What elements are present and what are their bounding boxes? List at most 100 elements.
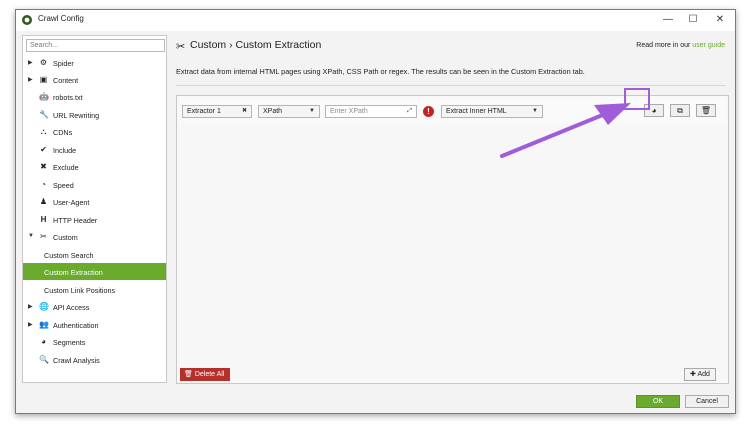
- header-icon: H: [40, 215, 47, 224]
- sidebar-item-label: Custom: [53, 233, 78, 242]
- delete-all-button[interactable]: 🗑 Delete All: [180, 368, 230, 381]
- app-logo-icon: [22, 15, 32, 25]
- ok-button[interactable]: OK: [636, 395, 680, 408]
- add-button[interactable]: ✚ Add: [684, 368, 716, 381]
- duplicate-button[interactable]: ⧉: [670, 104, 690, 117]
- expand-icon[interactable]: ⤢: [407, 106, 412, 117]
- crawl-config-window: Crawl Config — ☐ ✕ Search... ▶ ⚙ Spider …: [15, 9, 736, 414]
- chevron-down-icon: ▼: [309, 108, 315, 114]
- sidebar-item-label: Segments: [53, 338, 86, 347]
- sidebar-item-speed[interactable]: ◔ Speed: [23, 176, 166, 193]
- sidebar-item-user-agent[interactable]: ♟ User-Agent: [23, 193, 166, 210]
- sidebar-item-label: HTTP Header: [53, 216, 98, 225]
- sidebar-item-label: CDNs: [53, 128, 73, 137]
- clear-icon[interactable]: ✖: [242, 106, 247, 117]
- sidebar-item-label: Spider: [53, 59, 74, 68]
- sidebar-item-label: Custom Link Positions: [44, 286, 116, 295]
- sidebar-item-robots[interactable]: 🤖 robots.txt: [23, 88, 166, 105]
- extractor-name-input[interactable]: Extractor 1 ✖: [182, 105, 252, 118]
- robot-icon: 🤖: [39, 92, 49, 101]
- expand-arrow-icon[interactable]: ▶: [28, 321, 33, 328]
- maximize-icon[interactable]: ☐: [683, 12, 703, 28]
- sidebar-item-label: Content: [53, 76, 79, 85]
- sidebar-item-spider[interactable]: ▶ ⚙ Spider: [23, 54, 166, 71]
- sidebar-item-api-access[interactable]: ▶ 🌐 API Access: [23, 298, 166, 315]
- trash-icon: 🗑: [700, 106, 712, 115]
- wrench-icon: 🔧: [39, 110, 49, 119]
- collapse-arrow-icon[interactable]: ▼: [28, 233, 34, 239]
- add-label: Add: [697, 371, 710, 378]
- extractor-type-value: XPath: [263, 108, 283, 115]
- extractor-name-value: Extractor 1: [187, 108, 221, 115]
- sidebar-item-label: Include: [53, 146, 77, 155]
- title-bar: Crawl Config — ☐ ✕: [16, 10, 735, 31]
- sidebar-item-label: Authentication: [53, 321, 99, 330]
- sidebar-item-label: URL Rewriting: [53, 111, 100, 120]
- extract-mode-select[interactable]: Extract Inner HTML ▼: [441, 105, 543, 118]
- globe-icon: 🌐: [39, 302, 49, 311]
- sidebar-item-cdns[interactable]: ⛬ CDNs: [23, 123, 166, 140]
- window-title: Crawl Config: [38, 14, 84, 23]
- sidebar-item-custom-extraction[interactable]: Custom Extraction: [23, 263, 166, 280]
- error-icon: !: [423, 106, 434, 117]
- users-icon: 👥: [39, 320, 49, 329]
- read-more-text: Read more in our user guide: [636, 42, 725, 49]
- check-circle-icon: ✔: [40, 145, 47, 154]
- tools-icon: ✂: [40, 232, 47, 241]
- cancel-button[interactable]: Cancel: [685, 395, 729, 408]
- expand-arrow-icon[interactable]: ▶: [28, 59, 33, 66]
- globe-icon: ◕: [651, 106, 657, 115]
- sidebar-item-custom-link-positions[interactable]: Custom Link Positions: [23, 281, 166, 298]
- breadcrumb: Custom › Custom Extraction: [190, 39, 322, 51]
- gauge-icon: ◔: [41, 180, 46, 189]
- sidebar-item-label: robots.txt: [53, 93, 83, 102]
- sidebar-item-segments[interactable]: ◕ Segments: [23, 333, 166, 350]
- search-icon: 🔍: [39, 355, 49, 364]
- sidebar-item-label: Crawl Analysis: [53, 356, 100, 365]
- user-guide-link[interactable]: user guide: [692, 42, 725, 49]
- sidebar-item-url-rewriting[interactable]: 🔧 URL Rewriting: [23, 106, 166, 123]
- search-input[interactable]: Search...: [26, 39, 165, 52]
- delete-all-label: Delete All: [194, 371, 225, 378]
- sidebar: Search... ▶ ⚙ Spider ▶ ▣ Content 🤖 robot…: [22, 35, 167, 383]
- extractor-panel: Extractor 1 ✖ XPath ▼ Enter XPath ⤢ ! Ex…: [176, 95, 729, 384]
- sidebar-item-label: Speed: [53, 181, 74, 190]
- xpath-placeholder: Enter XPath: [330, 108, 368, 115]
- expand-arrow-icon[interactable]: ▶: [28, 76, 33, 83]
- extractor-type-select[interactable]: XPath ▼: [258, 105, 320, 118]
- trash-icon: 🗑: [184, 371, 193, 378]
- x-circle-icon: ✖: [40, 162, 47, 171]
- sidebar-item-label: Custom Search: [44, 251, 94, 260]
- sidebar-item-http-header[interactable]: H HTTP Header: [23, 211, 166, 228]
- sidebar-item-label: Custom Extraction: [44, 268, 103, 277]
- sidebar-item-content[interactable]: ▶ ▣ Content: [23, 71, 166, 88]
- sidebar-item-label: Exclude: [53, 163, 79, 172]
- read-more-prefix: Read more in our: [636, 42, 693, 49]
- minimize-icon[interactable]: —: [658, 12, 678, 28]
- page-description: Extract data from internal HTML pages us…: [176, 67, 585, 76]
- annotation-highlight-box: [624, 88, 650, 110]
- sidebar-item-label: API Access: [53, 303, 90, 312]
- sidebar-item-authentication[interactable]: ▶ 👥 Authentication: [23, 316, 166, 333]
- pie-chart-icon: ◕: [41, 337, 46, 346]
- tools-icon: ✂: [176, 41, 186, 53]
- close-icon[interactable]: ✕: [710, 12, 730, 28]
- plus-icon: ✚: [690, 371, 696, 378]
- sidebar-item-exclude[interactable]: ✖ Exclude: [23, 158, 166, 175]
- sidebar-item-label: User-Agent: [53, 198, 90, 207]
- user-agent-icon: ♟: [39, 197, 48, 206]
- extract-mode-value: Extract Inner HTML: [446, 108, 507, 115]
- chevron-down-icon: ▼: [532, 108, 538, 114]
- sidebar-item-crawl-analysis[interactable]: 🔍 Crawl Analysis: [23, 351, 166, 368]
- delete-button[interactable]: 🗑: [696, 104, 716, 117]
- sidebar-item-custom-search[interactable]: Custom Search: [23, 246, 166, 263]
- sidebar-item-custom[interactable]: ▼ ✂ Custom: [23, 228, 166, 245]
- content-icon: ▣: [39, 75, 48, 84]
- divider: [176, 85, 726, 86]
- copy-icon: ⧉: [677, 106, 683, 115]
- xpath-input[interactable]: Enter XPath ⤢: [325, 105, 417, 118]
- network-icon: ⛬: [40, 127, 47, 136]
- gear-icon: ⚙: [39, 58, 48, 67]
- expand-arrow-icon[interactable]: ▶: [28, 303, 33, 310]
- sidebar-item-include[interactable]: ✔ Include: [23, 141, 166, 158]
